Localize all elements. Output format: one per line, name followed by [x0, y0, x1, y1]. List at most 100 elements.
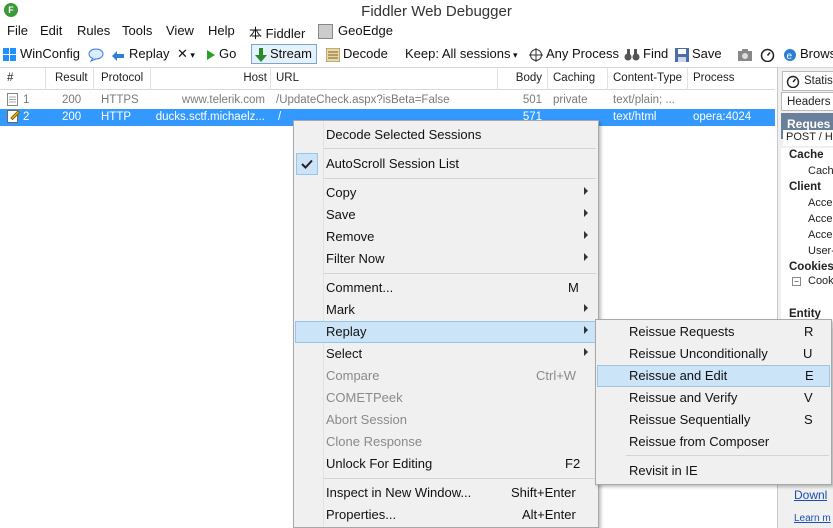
column-result[interactable]: Result: [55, 72, 88, 84]
comment-button[interactable]: [88, 46, 107, 62]
column-caching[interactable]: Caching: [553, 72, 595, 84]
winconfig-button[interactable]: WinConfig: [3, 46, 80, 62]
menu-item-revisit-in-ie[interactable]: Revisit in IE: [597, 460, 830, 482]
menu-file[interactable]: File: [7, 23, 28, 38]
menu-view[interactable]: View: [166, 23, 194, 38]
play-icon: [207, 49, 215, 60]
column-content-type[interactable]: Content-Type: [613, 72, 682, 84]
headers-tree: Cache Cache Client Accep Accep Accep Use…: [781, 148, 833, 328]
menu-item-reissue-requests[interactable]: Reissue Requests R: [597, 321, 830, 343]
keep-sessions-label: Keep: All sessions: [405, 46, 511, 61]
any-process-button[interactable]: Any Process: [529, 46, 619, 62]
replay-button[interactable]: Replay: [110, 46, 169, 62]
column-url[interactable]: URL: [276, 72, 299, 84]
column-divider[interactable]: [45, 68, 46, 90]
section-cookies: Cookies: [789, 261, 833, 273]
column-divider[interactable]: [687, 68, 688, 90]
column-divider[interactable]: [93, 68, 94, 90]
session-host: ducks.sctf.michaelz...: [155, 111, 265, 123]
menu-item-clone-response[interactable]: Clone Response: [295, 431, 597, 453]
column-num[interactable]: #: [7, 72, 13, 84]
menu-item-reissue-and-edit[interactable]: Reissue and Edit E: [597, 365, 830, 387]
decode-button[interactable]: Decode: [326, 46, 388, 62]
menu-help[interactable]: Help: [208, 23, 235, 38]
column-host[interactable]: Host: [150, 72, 267, 84]
save-button[interactable]: Save: [675, 46, 722, 62]
learn-more-link[interactable]: Learn m: [794, 513, 831, 524]
column-protocol[interactable]: Protocol: [101, 72, 143, 84]
menu-item-inspect-in-new-window[interactable]: Inspect in New Window... Shift+Enter: [295, 482, 597, 504]
menu-item-replay[interactable]: Replay: [295, 321, 597, 343]
menu-bar: File Edit Rules Tools View Help 本 Fiddle…: [0, 21, 833, 42]
menu-item-reissue-and-verify[interactable]: Reissue and Verify V: [597, 387, 830, 409]
menu-item-label: Reissue and Verify: [629, 390, 738, 405]
menu-item-label: Replay: [326, 324, 367, 339]
stopwatch-icon: [786, 75, 800, 88]
find-button[interactable]: Find: [624, 46, 668, 61]
menu-item-mark[interactable]: Mark: [295, 299, 597, 321]
tab-statistics[interactable]: Statis: [782, 71, 833, 91]
menu-item-label: Save: [326, 207, 356, 222]
menu-item-label: Copy: [326, 185, 357, 200]
menu-tools[interactable]: Tools: [122, 23, 152, 38]
camera-icon: [738, 48, 752, 61]
menu-rules[interactable]: Rules: [77, 23, 110, 38]
menu-item-label: Revisit in IE: [629, 463, 698, 478]
menu-item-shortcut: V: [804, 390, 813, 405]
menu-item-label: Comment...: [326, 280, 394, 295]
menu-item-decode-selected-sessions[interactable]: Decode Selected Sessions: [295, 124, 597, 146]
browse-button[interactable]: e Brows: [783, 46, 833, 62]
column-divider[interactable]: [607, 68, 608, 90]
stream-label: Stream: [270, 46, 312, 61]
any-process-label: Any Process: [546, 46, 619, 61]
menu-item-label: Clone Response: [326, 434, 423, 449]
menu-item-reissue-from-composer[interactable]: Reissue from Composer: [597, 431, 830, 453]
edit-document-icon: [7, 110, 20, 126]
menu-item-comment[interactable]: Comment... M: [295, 277, 597, 299]
screenshot-button[interactable]: [737, 46, 756, 62]
column-divider[interactable]: [270, 68, 271, 90]
menu-item-filter-now[interactable]: Filter Now: [295, 248, 597, 270]
menu-item-label: Remove: [326, 229, 375, 244]
menu-item-label: Inspect in New Window...: [326, 485, 472, 500]
menu-item-remove[interactable]: Remove: [295, 226, 597, 248]
menu-item-select[interactable]: Select: [295, 343, 597, 365]
table-row[interactable]: 1 200 HTTPS www.telerik.com /UpdateCheck…: [0, 92, 775, 109]
column-divider[interactable]: [547, 68, 548, 90]
menu-edit[interactable]: Edit: [40, 23, 62, 38]
menu-fiddler[interactable]: 本 Fiddler: [249, 23, 305, 42]
menu-geoedge[interactable]: GeoEdge: [338, 23, 393, 38]
menu-separator: [324, 148, 596, 149]
menu-item-compare[interactable]: Compare Ctrl+W: [295, 365, 597, 387]
tab-headers[interactable]: Headers: [781, 92, 833, 111]
menu-item-reissue-unconditionally[interactable]: Reissue Unconditionally U: [597, 343, 830, 365]
download-link[interactable]: Downl: [794, 488, 827, 502]
toolbar: WinConfig Replay ✕ ▾ Go Stream Decode Ke…: [0, 42, 833, 68]
menu-item-reissue-sequentially[interactable]: Reissue Sequentially S: [597, 409, 830, 431]
menu-item-properties[interactable]: Properties... Alt+Enter: [295, 504, 597, 526]
timer-button[interactable]: [760, 46, 778, 63]
menu-item-label: Abort Session: [326, 412, 407, 427]
menu-item-autoscroll-session-list[interactable]: AutoScroll Session List: [295, 153, 597, 175]
menu-item-unlock-for-editing[interactable]: Unlock For Editing F2: [295, 453, 597, 475]
submenu-arrow-icon: [584, 253, 588, 261]
column-body[interactable]: Body: [497, 72, 542, 84]
session-num: 1: [23, 94, 30, 106]
menu-separator: [324, 273, 596, 274]
go-label: Go: [219, 46, 237, 61]
collapse-icon[interactable]: −: [792, 277, 801, 286]
menu-item-cometpeek[interactable]: COMETPeek: [295, 387, 597, 409]
header-item: Accep: [808, 229, 833, 241]
column-process[interactable]: Process: [693, 72, 735, 84]
remove-button[interactable]: ✕ ▾: [177, 46, 195, 62]
menu-item-save[interactable]: Save: [295, 204, 597, 226]
keep-sessions-dropdown[interactable]: Keep: All sessions ▾: [405, 46, 518, 61]
menu-item-abort-session[interactable]: Abort Session: [295, 409, 597, 431]
section-client: Client: [789, 181, 821, 193]
session-result: 200: [62, 94, 82, 106]
menu-item-copy[interactable]: Copy: [295, 182, 597, 204]
menu-item-label: Mark: [326, 302, 355, 317]
stream-button[interactable]: Stream: [251, 44, 317, 64]
stream-arrow-icon: [255, 47, 267, 62]
go-button[interactable]: Go: [206, 46, 236, 61]
